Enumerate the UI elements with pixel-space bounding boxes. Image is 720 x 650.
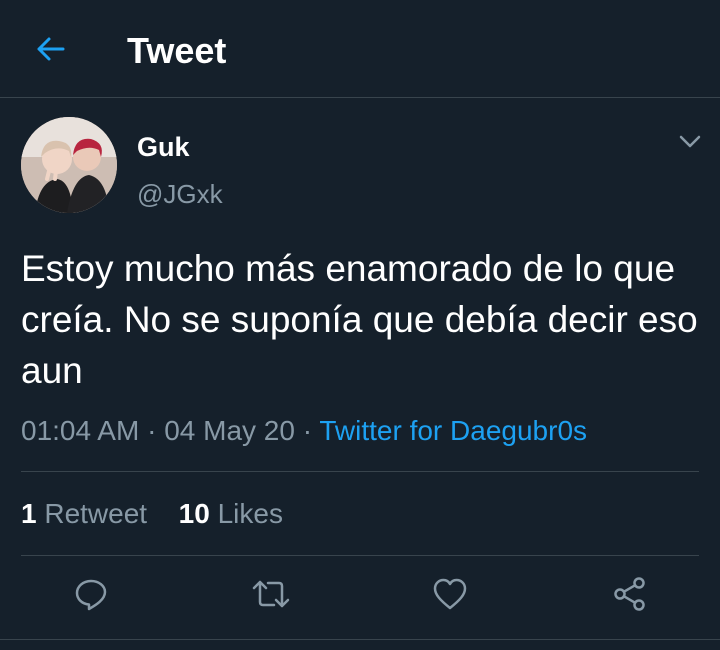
retweets-label: Retweet bbox=[44, 498, 148, 529]
tweet-text: Estoy mucho más enamorado de lo que creí… bbox=[21, 248, 698, 391]
tweet-source-link[interactable]: Twitter for Daegubr0s bbox=[319, 415, 587, 446]
back-arrow-icon bbox=[35, 36, 65, 67]
retweets-stat[interactable]: 1 Retweet bbox=[21, 498, 147, 529]
retweet-icon bbox=[251, 576, 291, 617]
meta-separator: · bbox=[294, 415, 320, 446]
page-title: Tweet bbox=[127, 30, 227, 71]
tweet-metadata: 01:04 AM · 04 May 20 · Twitter for Daegu… bbox=[21, 412, 587, 450]
like-button[interactable] bbox=[430, 576, 470, 616]
action-bar bbox=[0, 570, 720, 622]
back-button[interactable] bbox=[30, 34, 70, 68]
divider bbox=[21, 555, 699, 556]
divider bbox=[0, 639, 720, 640]
tweet-date: 04 May 20 bbox=[164, 415, 295, 446]
likes-count: 10 bbox=[178, 498, 210, 529]
retweet-button[interactable] bbox=[251, 576, 291, 616]
more-options-button[interactable] bbox=[676, 132, 704, 156]
engagement-stats: 1 Retweet 10 Likes bbox=[21, 496, 283, 532]
likes-label: Likes bbox=[217, 498, 283, 529]
tweet-time: 01:04 AM bbox=[21, 415, 140, 446]
share-button[interactable] bbox=[610, 576, 650, 616]
meta-separator: · bbox=[139, 415, 165, 446]
divider bbox=[21, 471, 699, 472]
reply-button[interactable] bbox=[71, 576, 111, 616]
share-icon bbox=[612, 576, 648, 617]
author-name[interactable]: Guk bbox=[137, 130, 190, 164]
chevron-down-icon bbox=[679, 135, 701, 154]
author-handle[interactable]: @JGxk bbox=[137, 177, 223, 211]
heart-icon bbox=[432, 577, 468, 616]
reply-icon bbox=[73, 576, 109, 617]
avatar[interactable] bbox=[21, 117, 117, 213]
top-bar: Tweet bbox=[0, 0, 720, 98]
likes-stat[interactable]: 10 Likes bbox=[179, 498, 283, 529]
retweets-count: 1 bbox=[21, 498, 37, 529]
